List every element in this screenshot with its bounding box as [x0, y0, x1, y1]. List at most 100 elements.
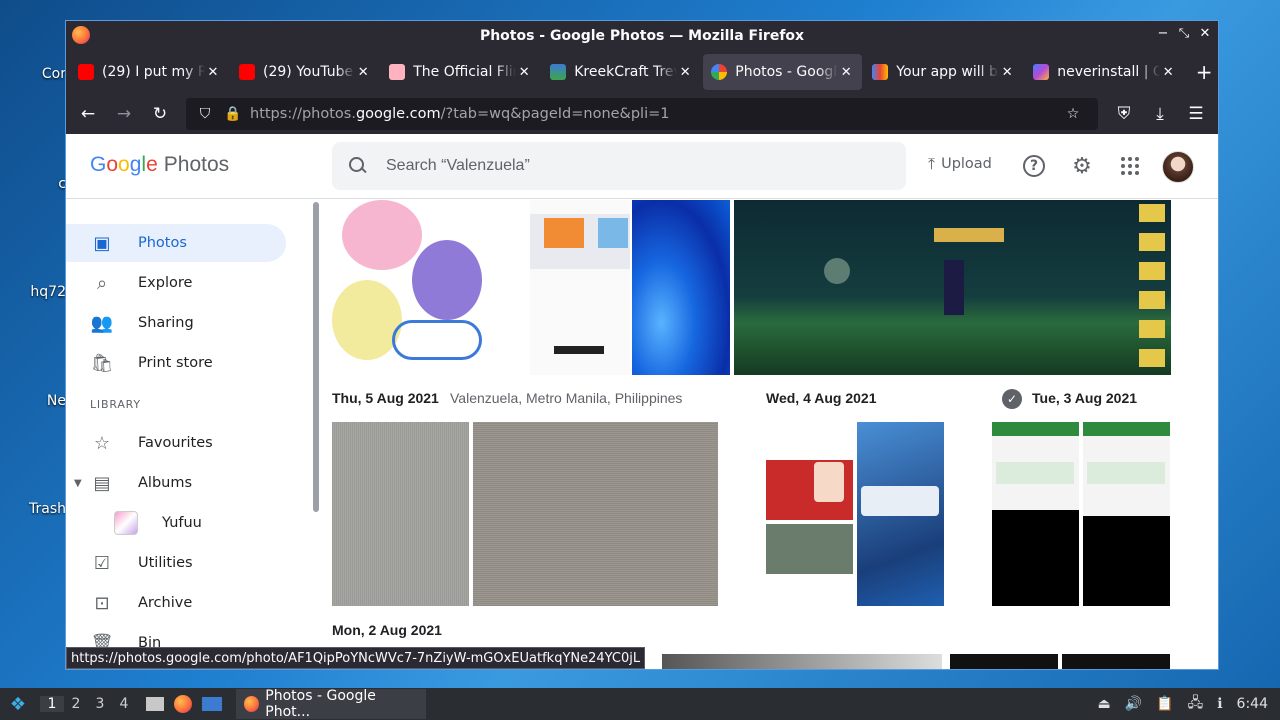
clock[interactable]: 6:44 [1237, 696, 1268, 712]
network-icon[interactable]: 🖧 [1188, 692, 1204, 716]
location-label[interactable]: Valenzuela, Metro Manila, Philippines [450, 390, 682, 406]
star-icon: ☆ [93, 432, 111, 454]
gp-header: GooglePhotos ⤒ Upload ? ⚙ [66, 134, 1218, 199]
reload-button[interactable]: ↻ [144, 98, 176, 130]
workspace-4[interactable]: 4 [112, 696, 136, 712]
photo-spacedesk-1[interactable] [992, 422, 1079, 606]
help-button[interactable]: ? [1020, 152, 1048, 180]
close-window-button[interactable]: ✕ [1196, 26, 1214, 41]
eject-icon[interactable]: ⏏ [1097, 696, 1110, 712]
youtube-favicon-icon [78, 64, 94, 80]
search-input[interactable] [386, 157, 866, 175]
photo-anime-thumbnail[interactable] [332, 200, 526, 375]
firefox-launcher-icon[interactable] [174, 695, 192, 713]
window-titlebar[interactable]: Photos - Google Photos — Mozilla Firefox… [66, 21, 1218, 50]
desktop-icon-trash[interactable]: Trash [0, 501, 66, 517]
settings-icon[interactable]: ⚙ [1068, 152, 1096, 180]
google-photos-favicon-icon [711, 64, 728, 80]
sidebar-item-archive[interactable]: ⊡ Archive [66, 584, 286, 622]
sidebar-item-sharing[interactable]: 👥 Sharing [66, 304, 286, 342]
photo-fabric-2[interactable] [473, 422, 718, 606]
gmail-favicon-icon [872, 64, 889, 80]
tab-strip: (29) I put my R ✕ (29) YouTube ✕ The Off… [66, 50, 1218, 94]
album-thumbnail [114, 511, 138, 535]
minimize-button[interactable]: − [1154, 26, 1172, 41]
photo-roblox-screenshot[interactable] [734, 200, 1171, 375]
firefox-logo-icon [72, 26, 90, 44]
tab-kreekcraft[interactable]: KreekCraft Trev ✕ [542, 54, 701, 90]
tab-close-icon[interactable]: ✕ [205, 65, 221, 80]
search-icon[interactable] [346, 154, 370, 178]
tab-official-flin[interactable]: The Official Flin ✕ [381, 54, 540, 90]
desktop-icon-computer[interactable]: Cor [0, 66, 66, 82]
youtube-favicon-icon [239, 64, 255, 80]
tab-neverinstall[interactable]: neverinstall | C ✕ [1025, 54, 1184, 90]
desktop-icon-hq72[interactable]: hq72 [0, 284, 66, 300]
explore-search-icon: ⌕ [96, 272, 108, 294]
bookmark-star-icon[interactable]: ☆ [1062, 106, 1084, 122]
tab-close-icon[interactable]: ✕ [677, 65, 693, 80]
help-icon: ? [1023, 155, 1045, 177]
url-text[interactable]: https://photos.google.com/?tab=wq&pageId… [250, 106, 670, 122]
sidebar-item-explore[interactable]: ⌕ Explore [66, 264, 286, 302]
maximize-button[interactable]: ⤡ [1175, 26, 1193, 41]
workspace-2[interactable]: 2 [64, 696, 88, 712]
workspace-3[interactable]: 3 [88, 696, 112, 712]
tab-close-icon[interactable]: ✕ [516, 65, 532, 80]
tab-close-icon[interactable]: ✕ [838, 65, 854, 80]
photo-grid: Thu, 5 Aug 2021 Valenzuela, Metro Manila… [332, 200, 1218, 669]
taskbar-task-firefox[interactable]: Photos - Google Phot... [236, 688, 426, 720]
photo-mon-2[interactable] [950, 654, 1058, 669]
clipboard-icon[interactable]: 📋 [1156, 696, 1173, 712]
photo-phone-lockscreen[interactable] [857, 422, 944, 606]
shield-icon[interactable]: ⛉ [194, 106, 216, 122]
menu-icon[interactable]: ☰ [1180, 98, 1212, 130]
workspace-1[interactable]: 1 [40, 696, 64, 712]
google-photos-logo[interactable]: Google Photos [90, 153, 229, 177]
sidebar-item-utilities[interactable]: ☑ Utilities [66, 544, 286, 582]
photo-spacedesk-2[interactable] [1083, 422, 1170, 606]
tab-close-icon[interactable]: ✕ [355, 65, 371, 80]
photo-screenshot-desktop[interactable] [530, 200, 630, 375]
tab-youtube[interactable]: (29) YouTube ✕ [231, 54, 379, 90]
desktop-icon-c[interactable]: c [0, 176, 66, 192]
photo-roblox-youtube-screenshot[interactable] [766, 422, 853, 606]
tab-google-photos[interactable]: Photos - Google ✕ [703, 54, 863, 90]
upload-button[interactable]: ⤒ Upload [928, 154, 992, 174]
photo-fabric-1[interactable] [332, 422, 469, 606]
search-box[interactable] [332, 142, 906, 190]
sidebar-item-favourites[interactable]: ☆ Favourites [66, 424, 286, 462]
select-group-check-icon[interactable]: ✓ [1002, 389, 1022, 409]
system-tray: ⏏ 🔊 📋 🖧 ℹ 6:44 [1097, 688, 1268, 720]
google-apps-button[interactable] [1116, 152, 1144, 180]
photo-mon-3[interactable] [1062, 654, 1170, 669]
photo-windows11-wallpaper[interactable] [632, 200, 730, 375]
pocket-icon[interactable]: ⛨ [1108, 98, 1140, 130]
tab-youtube-video[interactable]: (29) I put my R ✕ [70, 54, 229, 90]
sidebar-item-albums[interactable]: ▤ Albums [66, 464, 286, 502]
sidebar-scrollbar[interactable] [313, 202, 319, 512]
back-button[interactable]: ← [72, 98, 104, 130]
downloads-icon[interactable]: ⤓ [1144, 98, 1176, 130]
desktop-icon-network[interactable]: Ne [0, 393, 66, 409]
new-tab-button[interactable]: + [1190, 60, 1218, 84]
sidebar-item-photos[interactable]: ▣ Photos [66, 224, 286, 262]
account-avatar[interactable] [1162, 151, 1194, 183]
file-manager-icon[interactable] [146, 697, 164, 711]
tab-gmail[interactable]: Your app will be ✕ [864, 54, 1023, 90]
show-desktop-icon[interactable] [202, 697, 222, 711]
notification-icon[interactable]: ℹ [1217, 696, 1222, 712]
sidebar-item-print-store[interactable]: 🛍 Print store [66, 344, 286, 382]
sidebar-item-album-yufuu[interactable]: Yufuu [66, 504, 286, 542]
library-heading: LIBRARY [90, 398, 141, 411]
tab-close-icon[interactable]: ✕ [999, 65, 1015, 80]
firefox-task-icon [244, 696, 260, 712]
navigation-toolbar: ← → ↻ ⛉ 🔒 https://photos.google.com/?tab… [66, 94, 1218, 134]
lock-icon[interactable]: 🔒 [222, 106, 244, 122]
volume-icon[interactable]: 🔊 [1125, 696, 1142, 712]
tab-close-icon[interactable]: ✕ [1160, 65, 1176, 80]
start-menu-icon[interactable]: ❖ [4, 690, 32, 718]
photo-mon-1[interactable] [662, 654, 942, 669]
forward-button[interactable]: → [108, 98, 140, 130]
address-bar[interactable]: ⛉ 🔒 https://photos.google.com/?tab=wq&pa… [186, 98, 1098, 130]
